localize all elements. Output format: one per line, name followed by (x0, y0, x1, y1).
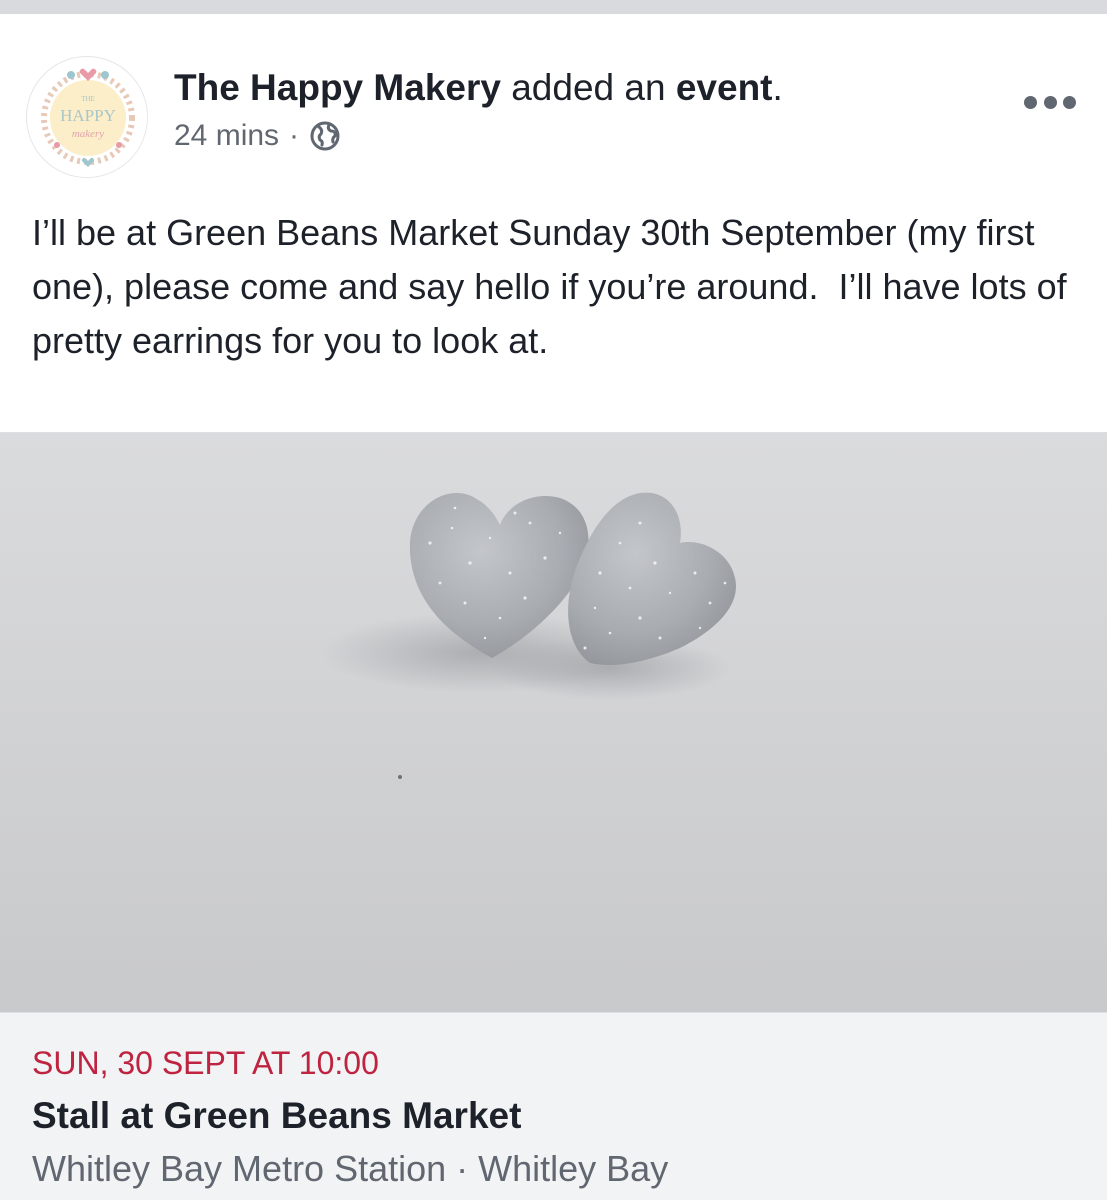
event-card[interactable]: SUN, 30 SEPT AT 10:00 Stall at Green Bea… (0, 1012, 1107, 1200)
feed-divider (0, 0, 1107, 14)
ellipsis-dot (1063, 95, 1076, 109)
event-title[interactable]: Stall at Green Beans Market (32, 1094, 521, 1138)
post-header: The Happy Makery added an event. (174, 66, 783, 110)
ellipsis-dot (1024, 95, 1037, 109)
happy-makery-logo: THE HAPPY makery (28, 58, 147, 177)
ellipsis-icon[interactable] (1024, 84, 1076, 120)
event-location: Whitley Bay Metro Station · Whitley Bay (32, 1148, 669, 1189)
post-body: I’ll be at Green Beans Market Sunday 30t… (32, 212, 1077, 361)
ellipsis-dot (1043, 95, 1057, 109)
globe-icon (309, 120, 341, 152)
action-text: added an (511, 67, 666, 108)
page-avatar[interactable]: THE HAPPY makery (26, 56, 148, 178)
event-date: SUN, 30 SEPT AT 10:00 (32, 1045, 379, 1081)
event-link[interactable]: event (676, 67, 773, 108)
meta-separator: · (289, 119, 300, 152)
post-meta: 24 mins · (174, 118, 341, 154)
timestamp-link[interactable]: 24 mins (174, 118, 279, 154)
event-photo[interactable] (0, 432, 1107, 1012)
author-link[interactable]: The Happy Makery (174, 67, 501, 108)
svg-text:makery: makery (72, 128, 104, 140)
header-period: . (772, 67, 783, 108)
svg-text:THE: THE (81, 95, 95, 103)
feed-post: THE HAPPY makery The Happy Makery added … (0, 14, 1107, 1200)
svg-text:HAPPY: HAPPY (60, 106, 116, 125)
